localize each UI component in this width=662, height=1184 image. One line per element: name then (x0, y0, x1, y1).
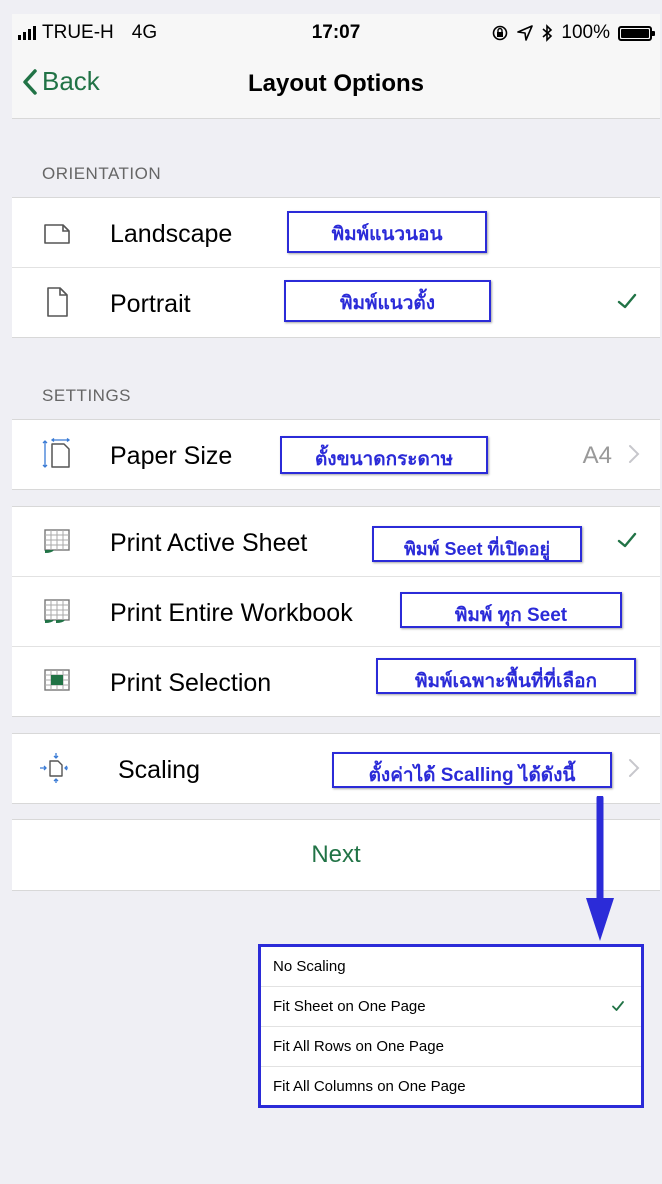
chevron-right-icon (629, 759, 640, 777)
bluetooth-icon (542, 24, 553, 42)
annotation-portrait: พิมพ์แนวตั้ง (284, 280, 491, 322)
checkmark-icon (617, 532, 637, 548)
battery-icon (618, 25, 655, 41)
orientation-header: ORIENTATION (42, 164, 162, 183)
scaling-option-no-scaling[interactable]: No Scaling (261, 947, 641, 987)
navigation-bar: Back Layout Options (12, 50, 660, 119)
settings-header: SETTINGS (42, 386, 132, 405)
print-entire-workbook-label: Print Entire Workbook (110, 599, 353, 627)
status-bar: TRUE-H 4G 17:07 100% (12, 14, 660, 50)
annotation-entire-workbook: พิมพ์ ทุก Seet (400, 592, 622, 628)
scaling-option-fit-rows[interactable]: Fit All Rows on One Page (261, 1027, 641, 1067)
print-active-sheet-label: Print Active Sheet (110, 529, 308, 557)
sheet-grid-icon (44, 529, 70, 553)
app-screen: TRUE-H 4G 17:07 100% Back Layout Options… (12, 14, 660, 1184)
next-button[interactable]: Next (12, 819, 660, 891)
annotation-selection: พิมพ์เฉพาะพื้นที่ที่เลือก (376, 658, 636, 694)
page-title: Layout Options (248, 70, 424, 97)
scaling-option-fit-sheet[interactable]: Fit Sheet on One Page (261, 987, 641, 1027)
annotation-landscape: พิมพ์แนวนอน (287, 211, 487, 253)
print-selection-label: Print Selection (110, 669, 272, 697)
scaling-label: Scaling (118, 756, 200, 784)
page-landscape-icon (44, 224, 70, 244)
portrait-label: Portrait (110, 290, 191, 318)
location-icon (517, 25, 534, 41)
paper-size-icon (42, 438, 71, 468)
workbook-grid-icon (44, 599, 70, 623)
scaling-icon (40, 753, 68, 783)
paper-size-value: A4 (582, 442, 612, 469)
annotation-active-sheet: พิมพ์ Seet ที่เปิดอยู่ (372, 526, 582, 562)
checkmark-icon (617, 293, 637, 309)
checkmark-icon (612, 1001, 624, 1011)
chevron-right-icon (629, 445, 640, 463)
selection-grid-icon (44, 669, 70, 691)
arrow-down-icon (586, 796, 614, 941)
orientation-lock-icon (493, 25, 508, 41)
scaling-options-panel: No Scaling Fit Sheet on One Page Fit All… (258, 944, 644, 1108)
annotation-scaling: ตั้งค่าได้ Scalling ได้ดังนี้ (332, 752, 612, 788)
scaling-option-label: Fit All Rows on One Page (273, 1038, 444, 1055)
paper-size-label: Paper Size (110, 442, 233, 470)
scaling-option-label: Fit Sheet on One Page (273, 998, 426, 1015)
scaling-option-label: No Scaling (273, 958, 346, 975)
page-portrait-icon (47, 287, 68, 317)
annotation-paper-size: ตั้งขนาดกระดาษ (280, 436, 488, 474)
scaling-option-fit-columns[interactable]: Fit All Columns on One Page (261, 1067, 641, 1106)
battery-percent: 100% (561, 22, 610, 43)
scaling-option-label: Fit All Columns on One Page (273, 1078, 466, 1095)
landscape-label: Landscape (110, 220, 233, 248)
